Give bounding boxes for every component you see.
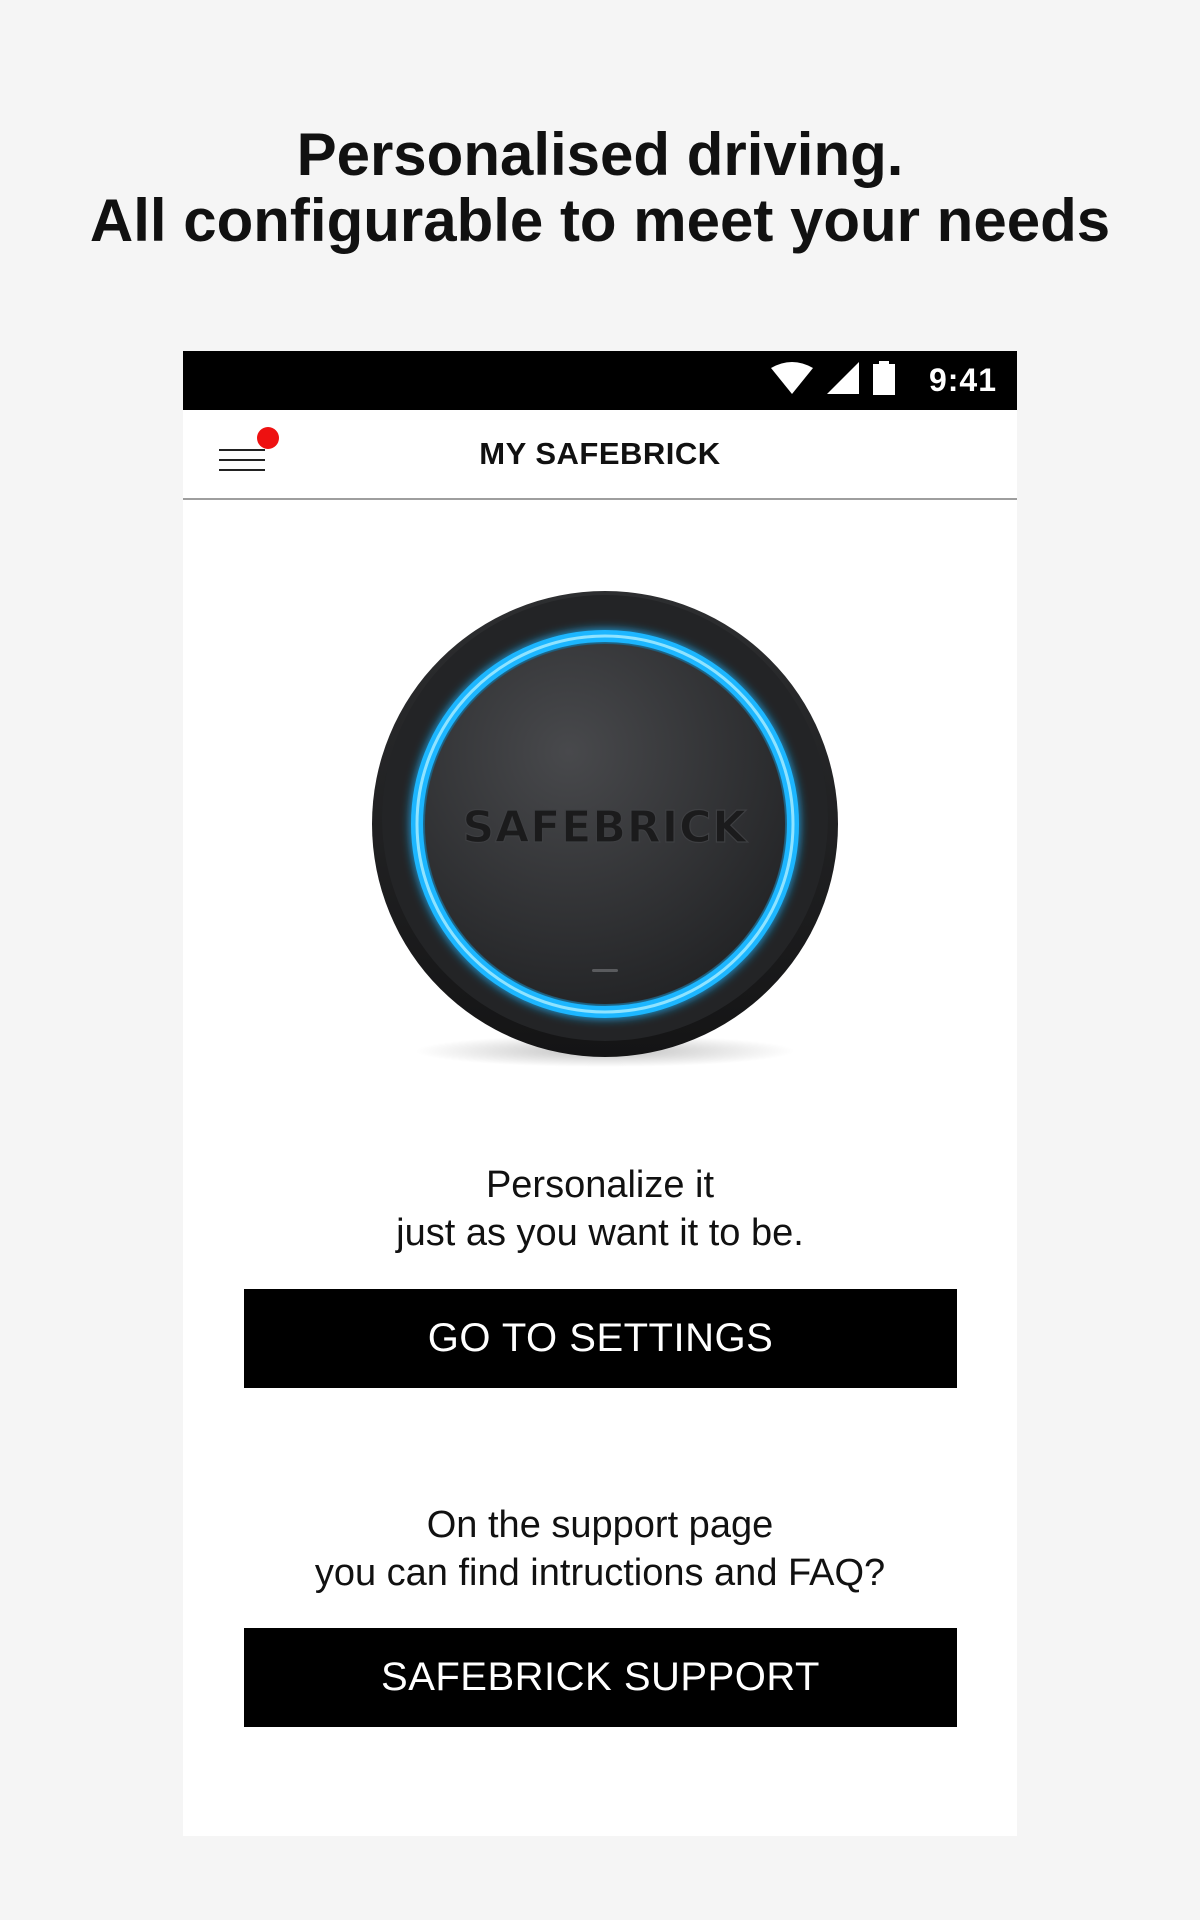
headline-line-1: Personalised driving.: [296, 121, 904, 188]
safebrick-device-image: SAFEBRICK: [370, 591, 840, 1071]
safebrick-support-button[interactable]: SAFEBRICK SUPPORT: [244, 1628, 957, 1727]
phone-screen: 9:41 MY SAFEBRICK SAFEBRICK Personalize …: [183, 351, 1017, 1836]
hamburger-menu-button[interactable]: [209, 422, 279, 486]
device-brand-label: SAFEBRICK: [462, 802, 748, 853]
cellular-signal-icon: [826, 362, 859, 399]
settings-prompt: Personalize it just as you want it to be…: [183, 1161, 1017, 1257]
support-prompt-line-2: you can find intructions and FAQ?: [314, 1552, 886, 1594]
settings-prompt-line-1: Personalize it: [485, 1164, 715, 1206]
app-bar: MY SAFEBRICK: [183, 410, 1017, 500]
go-to-settings-button[interactable]: GO TO SETTINGS: [244, 1289, 957, 1388]
battery-icon: [872, 361, 895, 400]
app-title: MY SAFEBRICK: [479, 436, 721, 471]
status-icons: 9:41: [770, 351, 997, 410]
status-time: 9:41: [928, 362, 997, 398]
settings-prompt-line-2: just as you want it to be.: [396, 1212, 804, 1254]
wifi-icon: [770, 362, 813, 399]
notification-dot: [257, 427, 279, 449]
status-bar: 9:41: [183, 351, 1017, 410]
promo-headline: Personalised driving. All configurable t…: [0, 122, 1200, 254]
headline-line-2: All configurable to meet your needs: [89, 187, 1111, 254]
support-prompt: On the support page you can find intruct…: [183, 1501, 1017, 1597]
support-prompt-line-1: On the support page: [426, 1504, 774, 1546]
